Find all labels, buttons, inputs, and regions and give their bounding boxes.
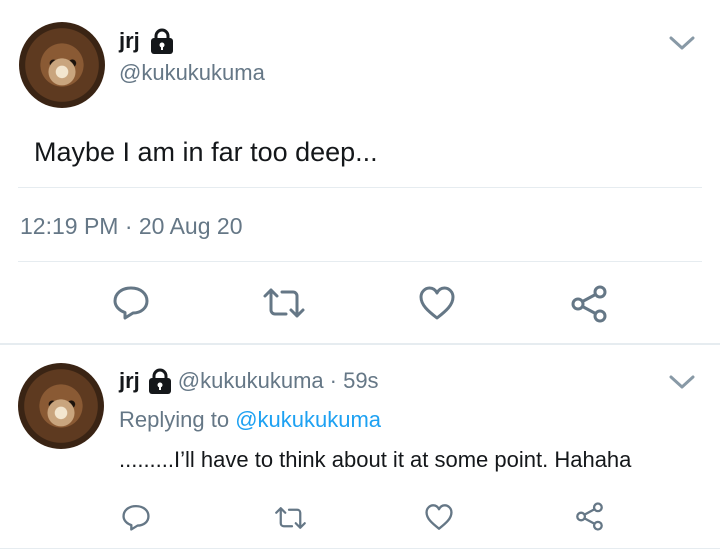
chevron-down-icon[interactable] [669, 374, 695, 390]
like-icon[interactable] [424, 503, 454, 531]
display-name[interactable]: jrj [119, 28, 140, 54]
time-ago[interactable]: · 59s [330, 368, 379, 394]
reply-header: jrj @kukukukuma · 59s [119, 366, 379, 396]
chevron-down-icon[interactable] [669, 35, 695, 51]
retweet-icon[interactable] [262, 286, 306, 320]
share-icon[interactable] [570, 285, 608, 323]
avatar[interactable] [18, 363, 104, 449]
divider [18, 261, 702, 262]
like-icon[interactable] [418, 285, 456, 321]
reply-icon[interactable] [112, 284, 150, 320]
avatar[interactable] [19, 22, 105, 108]
user-name-row: jrj [119, 26, 174, 56]
divider [18, 187, 702, 188]
share-icon[interactable] [575, 502, 604, 531]
retweet-icon[interactable] [274, 505, 307, 531]
replying-to-handle-link[interactable]: @kukukukuma [235, 407, 381, 432]
replying-to: Replying to @kukukukuma [119, 407, 381, 433]
display-name[interactable]: jrj [119, 368, 140, 394]
section-divider [0, 343, 720, 345]
timestamp[interactable]: 12:19 PM · 20 Aug 20 [20, 213, 243, 240]
reply-text: .........I’ll have to think about it at … [119, 447, 632, 472]
replying-to-label: Replying to [119, 407, 230, 432]
user-handle[interactable]: @kukukukuma [119, 60, 265, 86]
reply-icon[interactable] [121, 503, 151, 531]
lock-icon [148, 368, 172, 394]
lock-icon [150, 28, 174, 54]
tweet-text: Maybe I am in far too deep... [34, 137, 378, 167]
user-handle[interactable]: @kukukukuma [178, 368, 324, 394]
divider [0, 548, 720, 549]
